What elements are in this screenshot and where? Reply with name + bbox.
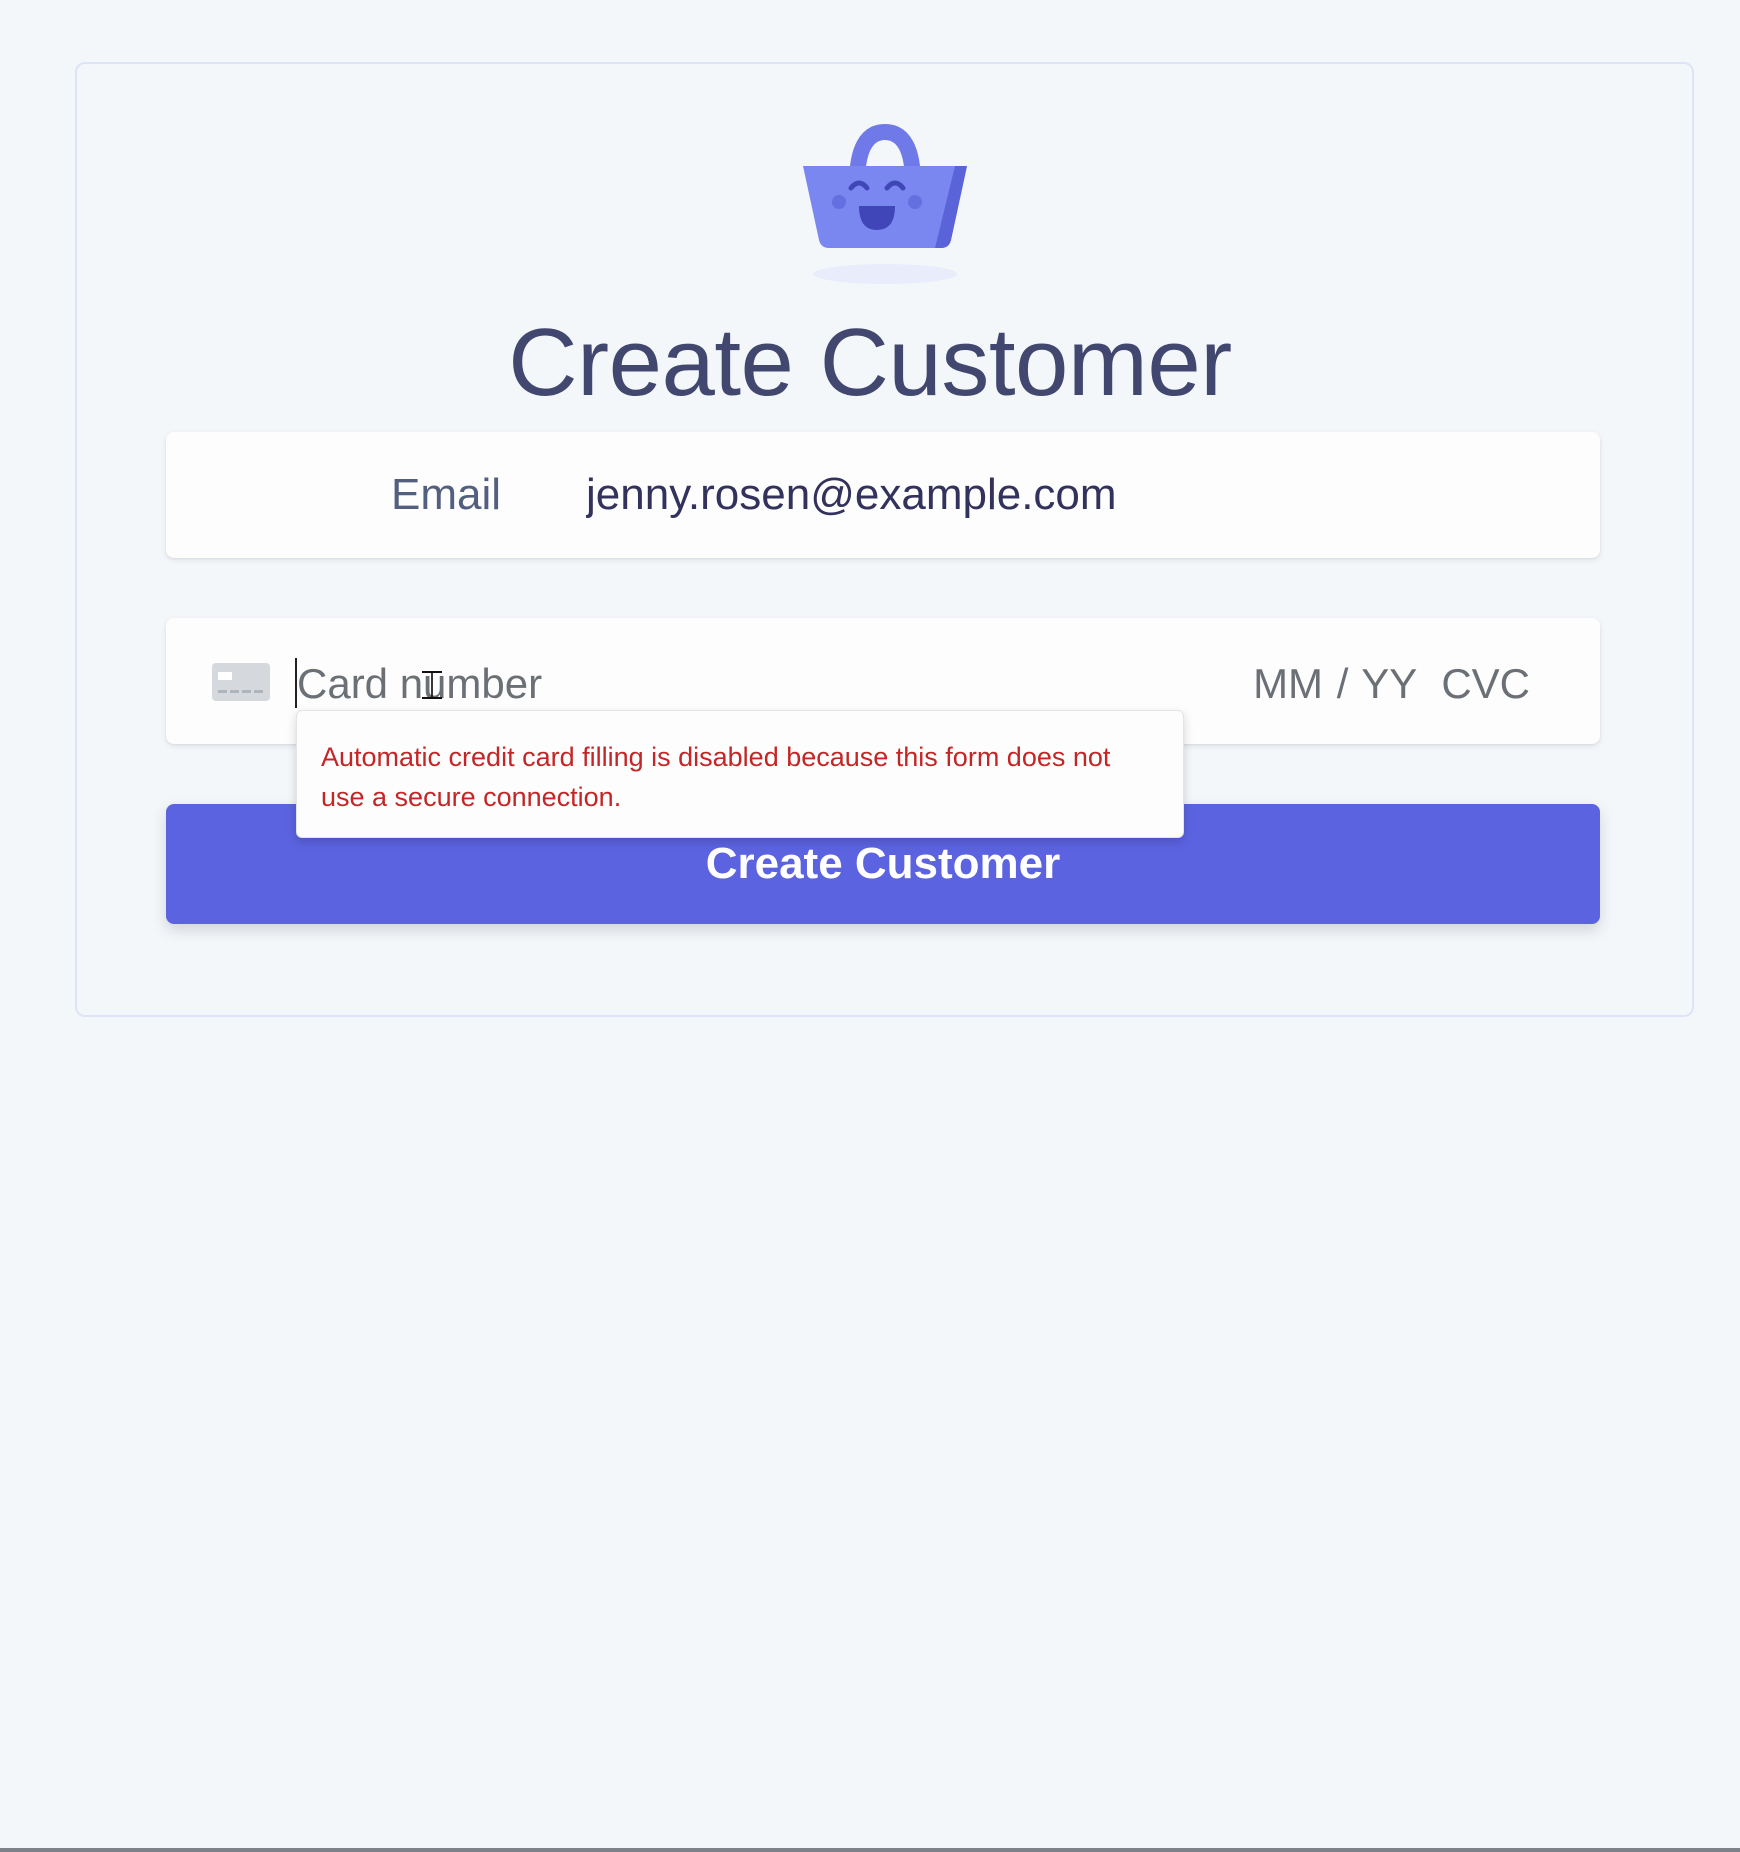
window-bottom-edge	[0, 1848, 1740, 1852]
email-label: Email	[391, 470, 502, 519]
email-input[interactable]	[586, 470, 1486, 520]
autofill-warning-tooltip: Automatic credit card filling is disable…	[296, 710, 1184, 838]
credit-card-icon	[212, 663, 270, 701]
cvc-input[interactable]: CVC	[1441, 660, 1530, 707]
shopping-basket-logo-icon	[803, 123, 967, 284]
expiry-cvc-group: MM / YY CVC	[1253, 660, 1530, 708]
email-field-row: Email	[166, 432, 1600, 558]
text-cursor-icon: ⌶	[420, 663, 444, 709]
expiry-input[interactable]: MM / YY	[1253, 660, 1417, 707]
page-title: Create Customer	[508, 309, 1232, 416]
